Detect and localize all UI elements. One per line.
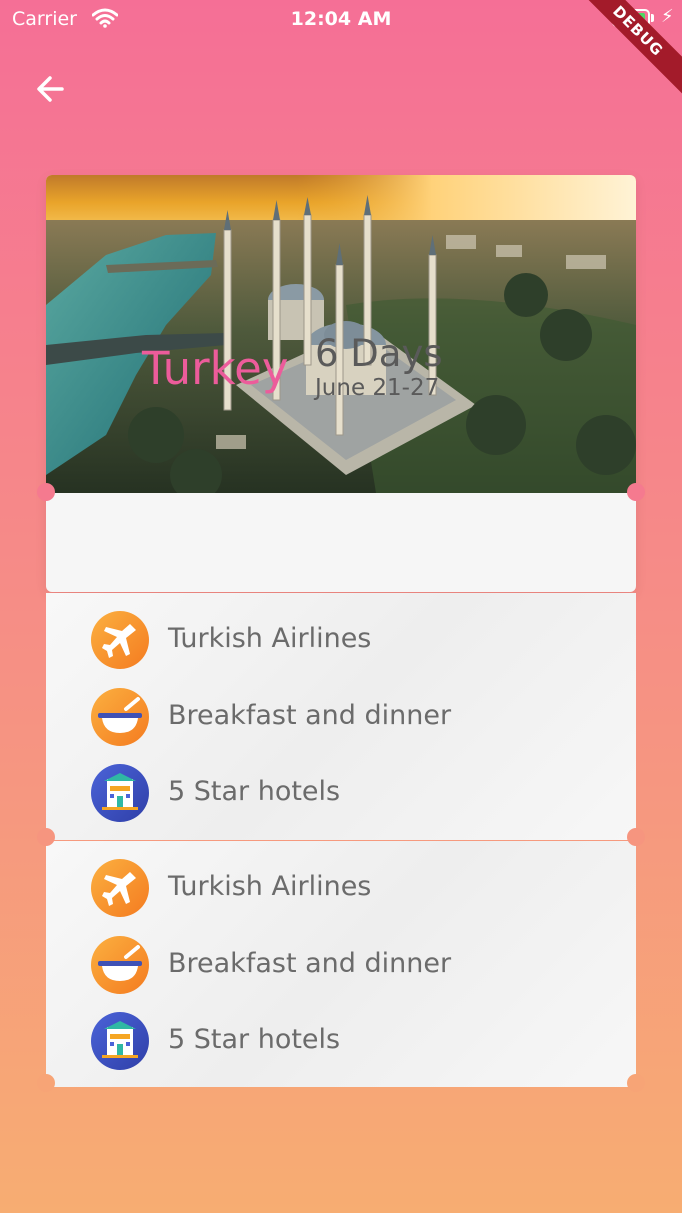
feature-row: Turkish Airlines xyxy=(90,858,610,918)
meal-bowl-icon xyxy=(91,936,149,994)
charging-bolt-icon: ⚡ xyxy=(661,6,674,27)
feature-row: Turkish Airlines xyxy=(90,610,610,670)
feature-label: Turkish Airlines xyxy=(168,871,372,902)
trip-dates: June 21-27 xyxy=(315,375,440,401)
trip-duration: 6 Days xyxy=(315,332,443,375)
ticket-notch xyxy=(627,828,645,846)
arrow-left-icon xyxy=(37,76,64,102)
status-bar: Carrier 12:04 AM ⚡ xyxy=(0,0,682,40)
ticket-notch xyxy=(627,1074,645,1092)
feature-row: Breakfast and dinner xyxy=(90,935,610,995)
ticket-notch xyxy=(37,483,55,501)
airplane-icon xyxy=(91,859,149,917)
hotel-icon xyxy=(91,1012,149,1070)
meal-bowl-icon xyxy=(91,688,149,746)
feature-label: Breakfast and dinner xyxy=(168,948,452,979)
features-card[interactable]: Turkish Airlines Breakfast and dinner 5 … xyxy=(46,841,636,1087)
destination-name: Turkey xyxy=(142,342,289,395)
feature-row: Breakfast and dinner xyxy=(90,687,610,747)
feature-label: 5 Star hotels xyxy=(168,1024,341,1055)
clock-time: 12:04 AM xyxy=(290,8,392,30)
destination-info xyxy=(46,493,636,592)
ticket-notch xyxy=(37,1074,55,1092)
features-card[interactable]: Turkish Airlines Breakfast and dinner 5 … xyxy=(46,593,636,840)
ticket-notch xyxy=(37,828,55,846)
hotel-icon xyxy=(91,764,149,822)
feature-label: Turkish Airlines xyxy=(168,623,372,654)
feature-label: Breakfast and dinner xyxy=(168,700,452,731)
feature-label: 5 Star hotels xyxy=(168,776,341,807)
battery-tip xyxy=(651,14,654,22)
ticket-notch xyxy=(627,483,645,501)
feature-row: 5 Star hotels xyxy=(90,763,610,823)
feature-row: 5 Star hotels xyxy=(90,1011,610,1071)
back-button[interactable] xyxy=(30,68,72,110)
airplane-icon xyxy=(91,611,149,669)
